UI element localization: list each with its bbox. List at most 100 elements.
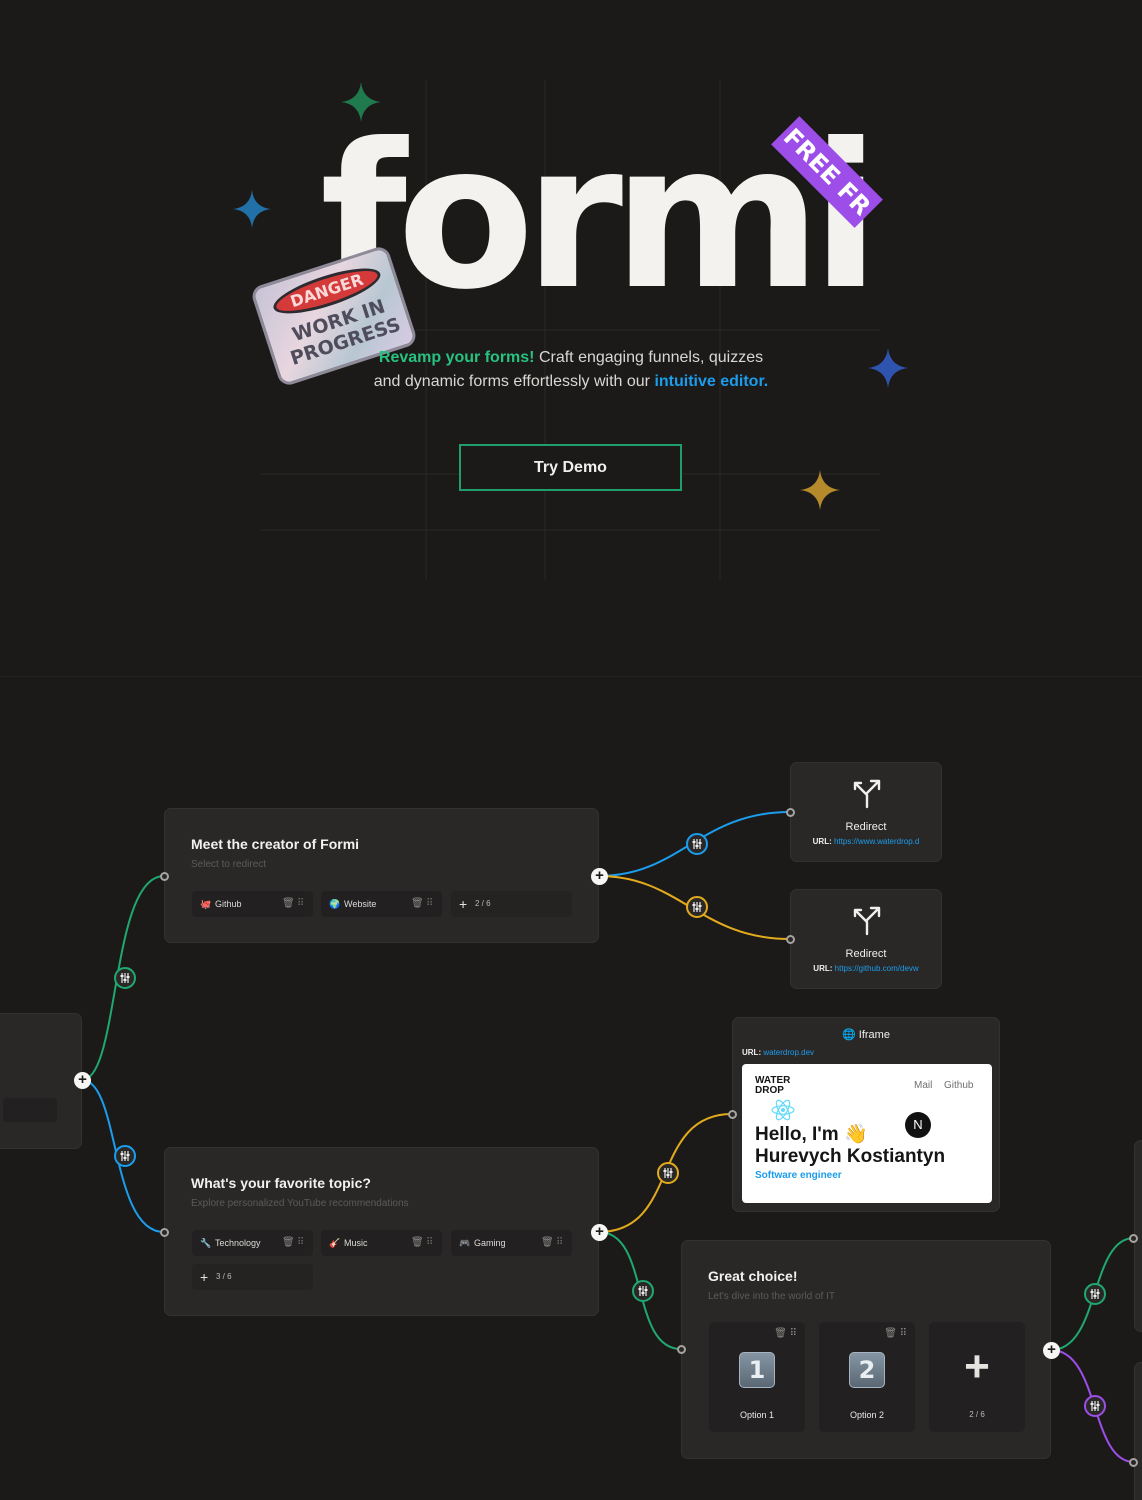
plus-icon: + bbox=[200, 1269, 209, 1285]
option-chip-website[interactable]: 🌍 Website 🗑 ⠿ bbox=[321, 891, 442, 917]
tagline-highlight-editor: intuitive editor. bbox=[654, 373, 769, 390]
trash-icon[interactable]: 🗑 bbox=[282, 1230, 295, 1256]
creator-card-title: Meet the creator of Formi bbox=[191, 836, 360, 852]
wrench-icon: 🔧 bbox=[200, 1238, 212, 1248]
keycap-one-icon: 1 bbox=[739, 1352, 775, 1388]
choice-option-1[interactable]: 🗑 ⠿ 1 Option 1 bbox=[709, 1322, 805, 1432]
creator-card-subtitle: Select to redirect bbox=[191, 859, 267, 870]
add-branch-button[interactable]: + bbox=[74, 1072, 91, 1089]
redirect-url-link[interactable]: https://www.waterdrop.d bbox=[834, 837, 919, 846]
condition-settings-icon[interactable] bbox=[114, 1145, 136, 1167]
iframe-url-link[interactable]: waterdrop.dev bbox=[763, 1048, 814, 1057]
redirect-url-link[interactable]: https://github.com/devw bbox=[835, 964, 919, 973]
input-port[interactable] bbox=[160, 872, 169, 881]
keycap-two-icon: 2 bbox=[849, 1352, 885, 1388]
trash-drag-icons[interactable]: 🗑 ⠿ bbox=[774, 1328, 797, 1339]
hero-section: formi FREE FR DANGER WORK IN PROGRESS Re… bbox=[0, 0, 1142, 640]
trash-drag-icons[interactable]: 🗑 ⠿ bbox=[884, 1328, 907, 1339]
add-option-button[interactable]: + 3 / 6 bbox=[192, 1264, 313, 1290]
drag-handle-icon[interactable]: ⠿ bbox=[297, 891, 304, 917]
drag-handle-icon[interactable]: ⠿ bbox=[426, 891, 433, 917]
try-demo-button[interactable]: Try Demo bbox=[459, 444, 682, 491]
option-label: Music bbox=[344, 1238, 368, 1248]
choice-card-subtitle: Let's dive into the world of IT bbox=[708, 1291, 835, 1302]
trash-icon[interactable]: 🗑 bbox=[411, 1230, 424, 1256]
add-option-button[interactable]: + 2 / 6 bbox=[451, 891, 572, 917]
start-card-chip bbox=[3, 1098, 57, 1122]
redirect-url: URL: https://www.waterdrop.d bbox=[812, 837, 920, 846]
preview-nav-github[interactable]: Github bbox=[944, 1080, 973, 1091]
hero-tagline: Revamp your forms! Craft engaging funnel… bbox=[371, 346, 771, 394]
react-icon bbox=[771, 1099, 795, 1121]
input-port[interactable] bbox=[160, 1228, 169, 1237]
iframe-preview[interactable]: WATER DROP Mail Github N Hello, I'm 👋 Hure… bbox=[742, 1064, 992, 1203]
option-label: Option 1 bbox=[739, 1410, 775, 1420]
condition-settings-icon[interactable] bbox=[686, 896, 708, 918]
gamepad-icon: 🎮 bbox=[459, 1238, 471, 1248]
creator-question-card[interactable]: Meet the creator of Formi Select to redi… bbox=[164, 808, 599, 943]
github-icon: 🐙 bbox=[200, 899, 212, 909]
sparkle-gold-icon bbox=[800, 470, 840, 510]
redirect-arrow-icon bbox=[853, 779, 881, 809]
topic-card-subtitle: Explore personalized YouTube recommendat… bbox=[191, 1198, 409, 1209]
sparkle-navy-icon bbox=[868, 348, 908, 388]
option-chip-technology[interactable]: 🔧 Technology 🗑 ⠿ bbox=[192, 1230, 313, 1256]
option-count: 2 / 6 bbox=[969, 1410, 985, 1419]
add-branch-button[interactable]: + bbox=[1043, 1342, 1060, 1359]
preview-hello: Hello, I'm 👋 Hurevych Kostiantyn bbox=[755, 1124, 946, 1167]
drag-handle-icon[interactable]: ⠿ bbox=[426, 1230, 433, 1256]
option-label: Github bbox=[215, 899, 242, 909]
option-label: Website bbox=[344, 899, 377, 909]
input-port[interactable] bbox=[728, 1110, 737, 1119]
input-port[interactable] bbox=[786, 935, 795, 944]
option-chip-music[interactable]: 🎸 Music 🗑 ⠿ bbox=[321, 1230, 442, 1256]
option-chip-gaming[interactable]: 🎮 Gaming 🗑 ⠿ bbox=[451, 1230, 572, 1256]
drag-handle-icon[interactable]: ⠿ bbox=[556, 1230, 563, 1256]
redirect-card-github[interactable]: Redirect URL: https://github.com/devw bbox=[790, 889, 942, 989]
input-port[interactable] bbox=[1129, 1234, 1138, 1243]
choice-card-title: Great choice! bbox=[708, 1268, 798, 1284]
add-choice-option-button[interactable]: + 2 / 6 bbox=[929, 1322, 1025, 1432]
redirect-label: Redirect bbox=[845, 948, 887, 960]
preview-nav-mail[interactable]: Mail bbox=[914, 1080, 932, 1091]
trash-icon[interactable]: 🗑 bbox=[541, 1230, 554, 1256]
input-port[interactable] bbox=[786, 808, 795, 817]
condition-settings-icon[interactable] bbox=[1084, 1283, 1106, 1305]
redirect-url: URL: https://github.com/devw bbox=[813, 964, 919, 973]
next-card-partial-bottom[interactable] bbox=[1134, 1362, 1142, 1500]
input-port[interactable] bbox=[677, 1345, 686, 1354]
iframe-url: URL: waterdrop.dev bbox=[742, 1048, 815, 1057]
trash-icon[interactable]: 🗑 bbox=[282, 891, 295, 917]
option-label: Gaming bbox=[474, 1238, 506, 1248]
preview-role: Software engineer bbox=[755, 1170, 842, 1181]
trash-icon[interactable]: 🗑 bbox=[411, 891, 424, 917]
option-chip-github[interactable]: 🐙 Github 🗑 ⠿ bbox=[192, 891, 313, 917]
tagline-highlight-revamp: Revamp your forms! bbox=[378, 349, 535, 366]
condition-settings-icon[interactable] bbox=[1084, 1395, 1106, 1417]
option-count: 2 / 6 bbox=[475, 899, 491, 908]
option-label: Option 2 bbox=[849, 1410, 885, 1420]
globe-icon: 🌐 bbox=[842, 1029, 856, 1041]
condition-settings-icon[interactable] bbox=[657, 1162, 679, 1184]
sparkle-blue-icon bbox=[233, 190, 271, 228]
input-port[interactable] bbox=[1129, 1458, 1138, 1467]
topic-question-card[interactable]: What's your favorite topic? Explore pers… bbox=[164, 1147, 599, 1316]
redirect-card-website[interactable]: Redirect URL: https://www.waterdrop.d bbox=[790, 762, 942, 862]
topic-card-title: What's your favorite topic? bbox=[191, 1175, 371, 1191]
waterdrop-logo: WATER DROP bbox=[755, 1075, 791, 1096]
iframe-title: 🌐 Iframe bbox=[842, 1029, 890, 1041]
guitar-icon: 🎸 bbox=[329, 1238, 341, 1248]
start-card-partial[interactable] bbox=[0, 1013, 82, 1149]
condition-settings-icon[interactable] bbox=[632, 1280, 654, 1302]
option-label: Technology bbox=[215, 1238, 261, 1248]
condition-settings-icon[interactable] bbox=[686, 833, 708, 855]
plus-icon: + bbox=[459, 896, 468, 912]
add-branch-button[interactable]: + bbox=[591, 1224, 608, 1241]
option-count: 3 / 6 bbox=[216, 1272, 232, 1281]
iframe-card[interactable]: 🌐 Iframe URL: waterdrop.dev WATER DROP Ma… bbox=[732, 1017, 1000, 1212]
drag-handle-icon[interactable]: ⠿ bbox=[297, 1230, 304, 1256]
plus-icon: + bbox=[964, 1342, 990, 1391]
condition-settings-icon[interactable] bbox=[114, 967, 136, 989]
choice-option-2[interactable]: 🗑 ⠿ 2 Option 2 bbox=[819, 1322, 915, 1432]
add-branch-button[interactable]: + bbox=[591, 868, 608, 885]
